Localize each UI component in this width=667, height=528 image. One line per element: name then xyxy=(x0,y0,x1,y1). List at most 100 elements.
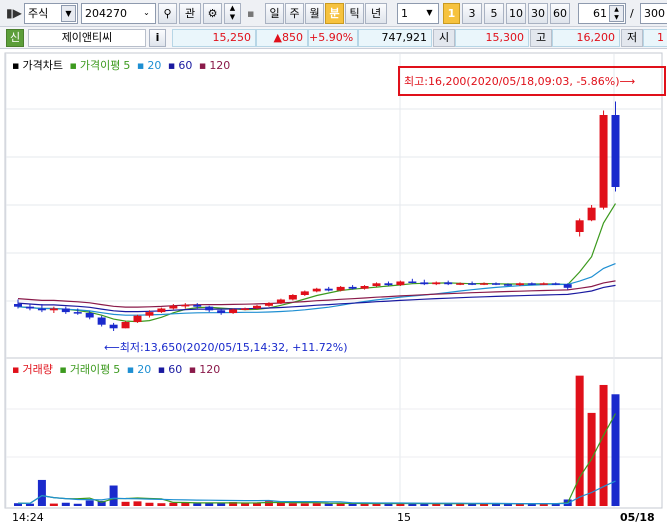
candle-body xyxy=(300,291,309,295)
x-label-mid: 15 xyxy=(397,511,411,524)
volume-bar xyxy=(575,375,584,506)
total-input-value: 300 xyxy=(644,7,665,20)
interval-1[interactable]: 1 xyxy=(443,3,460,24)
info-button[interactable]: i xyxy=(149,29,166,47)
current-price: 15,250 xyxy=(172,29,256,47)
market-select[interactable]: 주식 ▼ xyxy=(24,3,78,24)
legend-marker-icon: ▪ xyxy=(198,59,207,72)
change-percent: +5.90% xyxy=(308,29,358,47)
interval-select[interactable]: 1 ▼ xyxy=(397,3,439,24)
candle-body xyxy=(492,283,500,285)
candle-body xyxy=(599,115,608,208)
separator: ▪ xyxy=(247,7,255,20)
interest-button[interactable]: 관 xyxy=(179,3,201,24)
candle-body xyxy=(157,308,166,313)
candle-body xyxy=(575,220,584,232)
high-price: 16,200 xyxy=(552,29,620,47)
price-ma-60: 60 xyxy=(178,59,193,72)
period-tick[interactable]: 틱 xyxy=(345,3,364,24)
search-icon: ⚲ xyxy=(163,7,172,20)
candle-body xyxy=(264,303,273,306)
interval-5[interactable]: 5 xyxy=(484,3,504,24)
volume-bar xyxy=(217,503,226,506)
legend-marker-icon: ▪ xyxy=(12,363,20,376)
gear-icon: ⚙ xyxy=(207,7,218,20)
candle-body xyxy=(396,281,405,286)
volume-bar xyxy=(611,394,620,506)
candle-body xyxy=(527,283,536,285)
price-legend-title: 가격차트 xyxy=(22,59,63,72)
period-minute[interactable]: 분 xyxy=(325,3,344,24)
search-button[interactable]: ⚲ xyxy=(158,3,177,24)
legend-marker-icon: ▪ xyxy=(136,59,145,72)
interval-60[interactable]: 60 xyxy=(550,3,570,24)
candle-body xyxy=(169,305,178,309)
credit-badge: 신 xyxy=(6,29,24,47)
chevron-down-icon: ▼ xyxy=(422,5,437,22)
legend-marker-icon: ▪ xyxy=(126,363,135,376)
chart-area[interactable]: ▪ 가격차트 ▪ 가격이평 5 ▪ 20 ▪ 60 ▪ 120 ▪ 거래량 ▪ 거래이평 5 ▪ 2… xyxy=(0,49,667,528)
volume-bar xyxy=(37,479,46,506)
period-day[interactable]: 일 xyxy=(265,3,284,24)
volume-bar xyxy=(241,503,250,506)
price-moving-averages xyxy=(17,203,617,323)
candle-body xyxy=(276,299,285,304)
chart-toolbar: ▮▶ 주식 ▼ 204270 ⌄ ⚲ 관 ⚙ ▲ ▼ ▪ 일 주 월 분 틱 년 … xyxy=(0,0,667,27)
interval-10[interactable]: 10 xyxy=(506,3,526,24)
volume-ma-20: 20 xyxy=(137,363,152,376)
high-annotation: 최고:16,200(2020/05/18,09:03, -5.86%)⟶ xyxy=(404,75,636,88)
volume-bar xyxy=(133,501,142,506)
volume-bar xyxy=(25,503,34,506)
interval-3[interactable]: 3 xyxy=(462,3,482,24)
candle-body xyxy=(360,286,369,289)
legend-marker-icon: ▪ xyxy=(12,59,20,72)
candle-body xyxy=(193,304,202,307)
total-input[interactable]: 300 xyxy=(640,3,667,24)
open-label: 시 xyxy=(433,29,455,47)
volume-bar xyxy=(49,503,58,506)
candle-body xyxy=(551,283,560,285)
candle-body xyxy=(217,310,226,313)
volume-ma-label: 거래이평 xyxy=(69,363,111,376)
candle-body xyxy=(73,312,82,314)
chevron-down-icon: ⌄ xyxy=(139,5,154,22)
candle-body xyxy=(372,283,381,286)
toggle-panel-icon[interactable]: ▮▶ xyxy=(6,3,22,24)
candle-body xyxy=(539,283,548,285)
spin-button[interactable]: ▲ ▼ xyxy=(224,3,241,24)
legend-marker-icon: ▪ xyxy=(69,59,77,72)
legend-marker-icon: ▪ xyxy=(167,59,176,72)
volume-ma-60: 60 xyxy=(168,363,183,376)
candle-body xyxy=(468,283,477,285)
period-year[interactable]: 년 xyxy=(365,3,387,24)
volume-bar xyxy=(85,500,94,506)
interval-30[interactable]: 30 xyxy=(528,3,548,24)
high-label: 고 xyxy=(530,29,552,47)
period-month[interactable]: 월 xyxy=(305,3,324,24)
spin-icon[interactable]: ▲ ▼ xyxy=(609,5,624,22)
count-input[interactable]: 61 ▲ ▼ xyxy=(578,3,626,24)
price-change: ▲850 xyxy=(256,29,308,47)
volume-legend: ▪ 거래량 ▪ 거래이평 5 ▪ 20 ▪ 60 ▪ 120 xyxy=(12,361,223,377)
settings-button[interactable]: ⚙ xyxy=(203,3,222,24)
volume-bar xyxy=(145,502,154,506)
candle-body xyxy=(241,308,250,310)
candle-body xyxy=(288,295,297,300)
volume-bar xyxy=(73,503,82,506)
count-slash: / xyxy=(630,7,634,20)
volume-value: 747,921 xyxy=(358,29,432,47)
price-volume-chart[interactable] xyxy=(0,49,667,528)
volume-bar xyxy=(300,503,309,506)
grid-lines xyxy=(5,54,661,507)
volume-ma5-line xyxy=(17,413,617,505)
price-ma-5: 5 xyxy=(123,59,131,72)
x-label-start: 14:24 xyxy=(12,511,44,524)
chevron-down-icon: ▼ xyxy=(61,5,76,22)
candle-body xyxy=(14,304,22,307)
candle-body xyxy=(515,283,524,286)
candle-body xyxy=(85,313,94,318)
candle-body xyxy=(611,115,620,187)
code-input[interactable]: 204270 ⌄ xyxy=(81,3,156,24)
period-week[interactable]: 주 xyxy=(285,3,304,24)
volume-bar xyxy=(360,503,369,506)
